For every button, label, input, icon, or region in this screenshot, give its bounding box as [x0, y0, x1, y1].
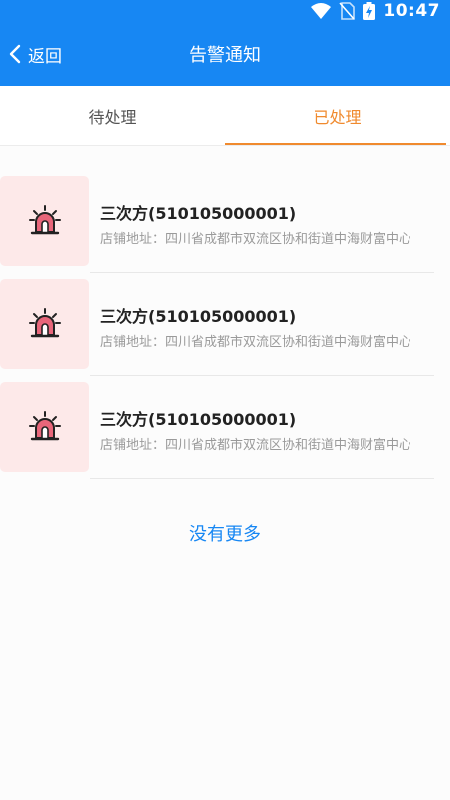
divider [90, 478, 434, 479]
wifi-icon [311, 3, 332, 19]
battery-charging-icon [363, 2, 376, 20]
icon-box [0, 176, 89, 266]
no-more-text: 没有更多 [189, 524, 261, 545]
list-item[interactable]: 三次方(510105000001) 店铺地址：四川省成都市双流区协和街道中海财富… [0, 170, 450, 273]
status-icons: 10:47 [311, 0, 440, 22]
back-label: 返回 [28, 46, 62, 67]
alert-title: 三次方(510105000001) [100, 410, 297, 429]
alert-address: 店铺地址：四川省成都市双流区协和街道中海财富中心 [100, 232, 410, 247]
alarm-light-icon [28, 205, 61, 235]
alert-title: 三次方(510105000001) [100, 204, 297, 223]
back-button[interactable]: 返回 [8, 22, 62, 86]
alert-address: 店铺地址：四川省成都市双流区协和街道中海财富中心 [100, 335, 410, 350]
tab-processed[interactable]: 已处理 [225, 86, 450, 145]
list-item[interactable]: 三次方(510105000001) 店铺地址：四川省成都市双流区协和街道中海财富… [0, 273, 450, 376]
no-sim-icon [339, 2, 356, 20]
app-bar: 返回 告警通知 [0, 22, 450, 86]
icon-box [0, 382, 89, 472]
alert-title: 三次方(510105000001) [100, 307, 297, 326]
tab-pending[interactable]: 待处理 [0, 86, 225, 145]
alert-list: 三次方(510105000001) 店铺地址：四川省成都市双流区协和街道中海财富… [0, 170, 450, 479]
alarm-light-icon [28, 411, 61, 441]
status-bar: 10:47 [0, 0, 450, 22]
icon-box [0, 279, 89, 369]
list-item[interactable]: 三次方(510105000001) 店铺地址：四川省成都市双流区协和街道中海财富… [0, 376, 450, 479]
tab-bar: 待处理 已处理 [0, 86, 450, 146]
alert-address: 店铺地址：四川省成都市双流区协和街道中海财富中心 [100, 438, 410, 453]
chevron-left-icon [9, 44, 21, 64]
status-time: 10:47 [383, 1, 440, 21]
alarm-light-icon [28, 308, 61, 338]
page-title: 告警通知 [189, 45, 261, 66]
